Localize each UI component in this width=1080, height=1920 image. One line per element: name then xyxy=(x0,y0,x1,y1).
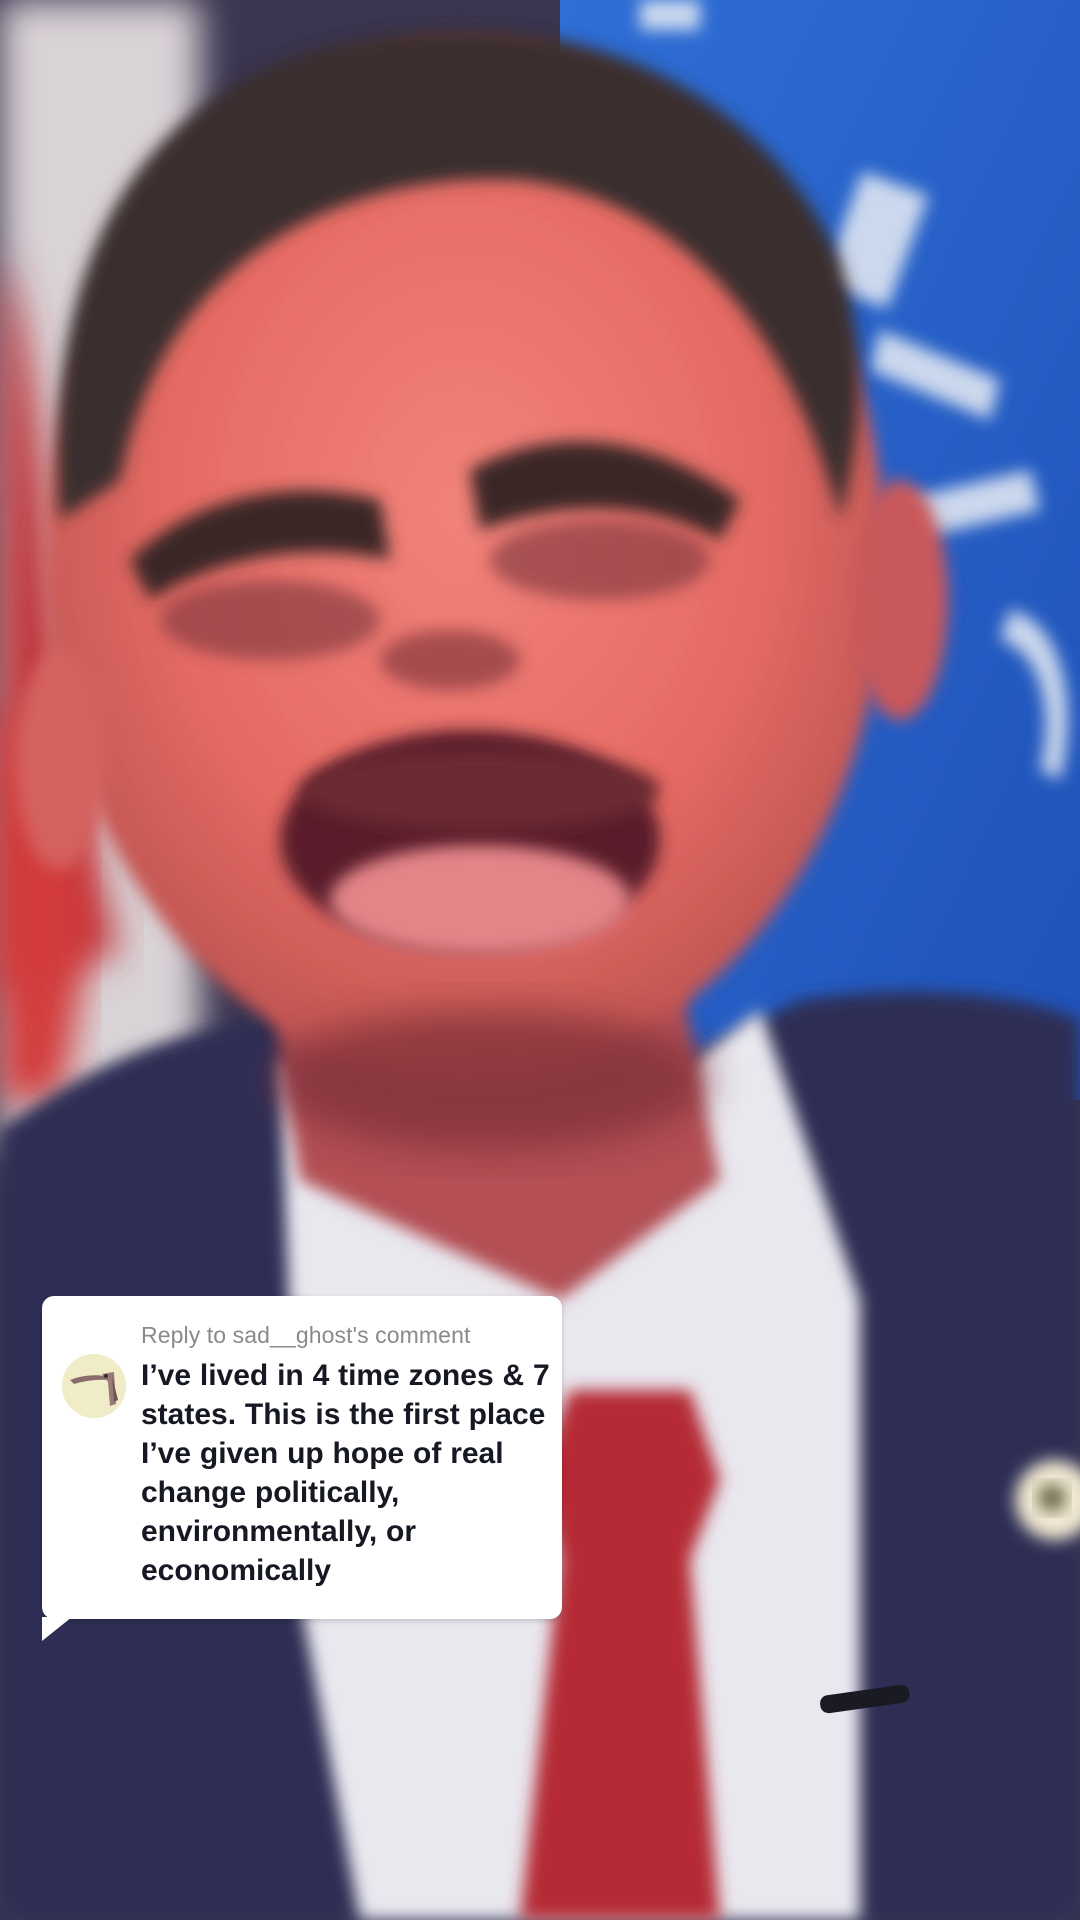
reply-comment-card[interactable]: Reply to sad__ghost's comment I’ve lived… xyxy=(42,1296,562,1641)
bird-avatar-icon xyxy=(62,1354,126,1418)
video-still xyxy=(0,0,1080,1920)
reply-header: Reply to sad__ghost's comment xyxy=(141,1322,471,1348)
speech-bubble-tail xyxy=(42,1617,72,1641)
video-frame[interactable] xyxy=(0,0,1080,1920)
user-avatar[interactable] xyxy=(62,1354,126,1418)
reply-comment-text: I’ve lived in 4 time zones & 7 states. T… xyxy=(141,1359,550,1587)
